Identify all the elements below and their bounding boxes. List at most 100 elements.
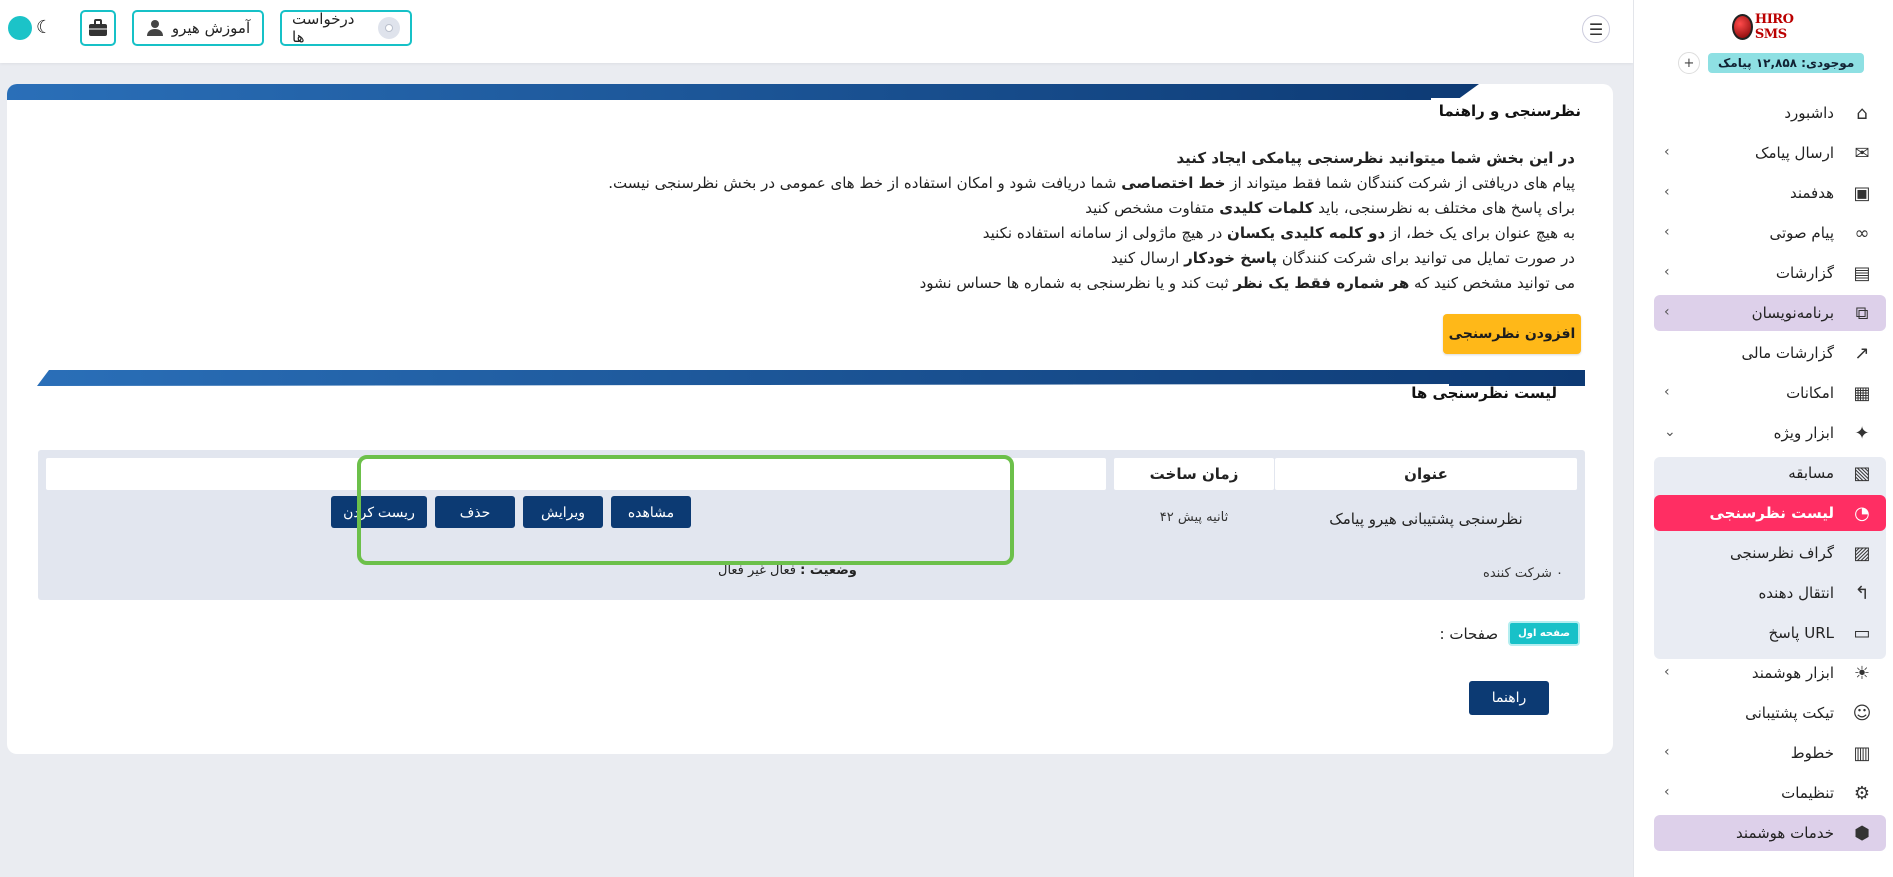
intro-line: پیام های دریافتی از شرکت کنندگان شما فقط… — [608, 174, 1575, 192]
sidebar-item-support[interactable]: ☺ تیکت پشتیبانی — [1654, 695, 1886, 731]
bulb-icon: ☀ — [1853, 662, 1871, 684]
theme-toggle[interactable]: ☾ — [8, 15, 58, 41]
home-icon: ⌂ — [1856, 102, 1868, 124]
chevron-left-icon: ‹ — [1664, 664, 1670, 680]
briefcase-button[interactable] — [80, 10, 116, 46]
balance-badge: موجودی: ۱۲,۸۵۸ پیامک — [1708, 53, 1865, 73]
sidebar-item-label: ارسال پیامک — [1755, 144, 1834, 162]
training-button[interactable]: آموزش هیرو — [132, 10, 264, 46]
sidebar-item-reports[interactable]: ▤ گزارشات ‹ — [1654, 255, 1886, 291]
report-icon: ▤ — [1853, 262, 1871, 284]
finance-chart-icon: ↗ — [1854, 342, 1870, 364]
sidebar-item-dashboard[interactable]: ⌂ داشبورد — [1654, 95, 1886, 131]
sidebar-item-label: مسابقه — [1788, 464, 1834, 482]
list-header-bar — [37, 370, 1585, 386]
theme-dot-icon — [8, 16, 32, 40]
poll-created-cell: ۴۲ ثانیه پیش — [1159, 510, 1229, 525]
sidebar-item-label: گزارشات — [1775, 264, 1834, 282]
sidebar-item-label: ابزار هوشمند — [1751, 664, 1834, 682]
hamburger-menu-icon[interactable]: ☰ — [1582, 15, 1610, 43]
sidebar-item-label: انتقال دهنده — [1758, 584, 1834, 602]
tools-icon: ▦ — [1853, 382, 1871, 404]
sidebar-item-label: هدفمند — [1789, 184, 1834, 202]
poll-list-title: لیست نظرسنجی ها — [1411, 384, 1557, 402]
chevron-left-icon: ‹ — [1664, 264, 1670, 280]
sidebar-item-smart-tools[interactable]: ☀ ابزار هوشمند ‹ — [1654, 655, 1886, 691]
intro-line: می توانید مشخص کنید که هر شماره فقط یک ن… — [919, 274, 1575, 292]
table-header-created: زمان ساخت — [1114, 458, 1274, 490]
table-header-title: عنوان — [1275, 458, 1577, 490]
add-credit-icon[interactable]: + — [1678, 52, 1700, 74]
voicemail-icon: ∞ — [1854, 222, 1870, 244]
sidebar-item-transfer[interactable]: ↰ انتقال دهنده — [1654, 575, 1886, 611]
sidebar-item-special-tools[interactable]: ✦ ابزار ویژه ⌄ — [1654, 415, 1886, 451]
sidebar: HIRO SMS + موجودی: ۱۲,۸۵۸ پیامک ⌂ داشبور… — [1633, 0, 1893, 877]
page-title: نظرسنجی و راهنما — [1430, 98, 1589, 124]
highlight-annotation-box — [357, 455, 1014, 565]
pagination: صفحات : صفحه اول — [1440, 621, 1580, 646]
guide-button[interactable]: راهنما — [1469, 681, 1549, 715]
sidebar-item-targeted[interactable]: ▣ هدفمند ‹ — [1654, 175, 1886, 211]
sidebar-item-finance[interactable]: ↗ گزارشات مالی — [1654, 335, 1886, 371]
box-icon: ⬢ — [1854, 822, 1870, 844]
briefcase-icon — [89, 19, 107, 36]
code-icon: ⧉ — [1855, 302, 1869, 324]
sidebar-item-lines[interactable]: ▥ خطوط ‹ — [1654, 735, 1886, 771]
sidebar-item-settings[interactable]: ⚙ تنظیمات ‹ — [1654, 775, 1886, 811]
balance-row: + موجودی: ۱۲,۸۵۸ پیامک — [1678, 51, 1865, 75]
logo-ball-icon — [1732, 14, 1753, 40]
sidebar-item-label: امکانات — [1786, 384, 1834, 402]
sidebar-item-url-response[interactable]: ▭ پاسخ URL — [1654, 615, 1886, 651]
user-icon — [146, 20, 163, 36]
support-icon: ☺ — [1852, 702, 1872, 724]
intro-line: به هیچ عنوان برای یک خط، از دو کلمه کلید… — [982, 224, 1575, 242]
chevron-left-icon: ‹ — [1664, 384, 1670, 400]
sidebar-item-developers[interactable]: ⧉ برنامه‌نویسان ‹ — [1654, 295, 1886, 331]
chevron-left-icon: ‹ — [1664, 184, 1670, 200]
chevron-left-icon: ‹ — [1664, 744, 1670, 760]
first-page-button[interactable]: صفحه اول — [1508, 621, 1580, 646]
chevron-left-icon: ‹ — [1664, 304, 1670, 320]
sidebar-item-contest[interactable]: ▧ مسابقه — [1654, 455, 1886, 491]
graph-icon: ▨ — [1853, 542, 1871, 564]
pie-chart-icon: ◔ — [1854, 502, 1870, 524]
chevron-left-icon: ‹ — [1664, 144, 1670, 160]
card-icon: ▭ — [1853, 622, 1871, 644]
sidebar-item-label: گزارشات مالی — [1741, 344, 1834, 362]
intro-line: در صورت تمایل می توانید برای شرکت کنندگا… — [1111, 249, 1575, 267]
status-label: وضعیت : — [800, 563, 857, 578]
sidebar-item-label: برنامه‌نویسان — [1751, 304, 1834, 322]
chevron-left-icon: ‹ — [1664, 224, 1670, 240]
sidebar-item-smart-services[interactable]: ⬢ خدمات هوشمند — [1654, 815, 1886, 851]
sidebar-item-label: تیکت پشتیبانی — [1745, 704, 1834, 722]
poll-title-cell: نظرسنجی پشتیبانی هیرو پیامک — [1329, 510, 1523, 528]
add-poll-button[interactable]: افزودن نظرسنجی — [1443, 314, 1581, 354]
sidebar-item-label: داشبورد — [1784, 104, 1834, 122]
poll-status: وضعیت : فعال غیر فعال — [718, 563, 857, 578]
requests-button[interactable]: درخواست ها — [280, 10, 412, 46]
sidebar-item-label: خدمات هوشمند — [1736, 824, 1834, 842]
sidebar-item-label: تنظیمات — [1781, 784, 1834, 802]
message-icon: ▣ — [1853, 182, 1871, 204]
top-bar: ☾ آموزش هیرو درخواست ها ☰ — [0, 0, 1633, 63]
chevron-left-icon: ‹ — [1664, 784, 1670, 800]
transfer-icon: ↰ — [1854, 582, 1870, 604]
sidebar-item-poll-list[interactable]: ◔ لیست نظرسنجی — [1654, 495, 1886, 531]
sms-icon: ✉ — [1854, 142, 1870, 164]
sidebar-item-voice[interactable]: ∞ پیام صوتی ‹ — [1654, 215, 1886, 251]
sidebar-item-poll-graph[interactable]: ▨ گراف نظرسنجی — [1654, 535, 1886, 571]
sidebar-item-label: لیست نظرسنجی — [1709, 504, 1834, 522]
sidebar-item-label: گراف نظرسنجی — [1730, 544, 1834, 562]
contest-icon: ▧ — [1853, 462, 1871, 484]
intro-line: برای پاسخ های مختلف به نظرسنجی، باید کلم… — [1085, 199, 1575, 217]
main-card: نظرسنجی و راهنما در این بخش شما میتوانید… — [7, 84, 1613, 754]
sidebar-item-send-sms[interactable]: ✉ ارسال پیامک ‹ — [1654, 135, 1886, 171]
requests-avatar-icon — [378, 17, 400, 39]
sidebar-item-label: خطوط — [1790, 744, 1834, 762]
sidebar-item-features[interactable]: ▦ امکانات ‹ — [1654, 375, 1886, 411]
status-toggle[interactable]: فعال غیر فعال — [718, 563, 796, 578]
logo: HIRO SMS — [1732, 10, 1812, 44]
sidebar-item-label: پاسخ URL — [1768, 624, 1834, 642]
sidebar-item-label: ابزار ویژه — [1773, 424, 1834, 442]
sparkle-icon: ✦ — [1854, 422, 1870, 444]
